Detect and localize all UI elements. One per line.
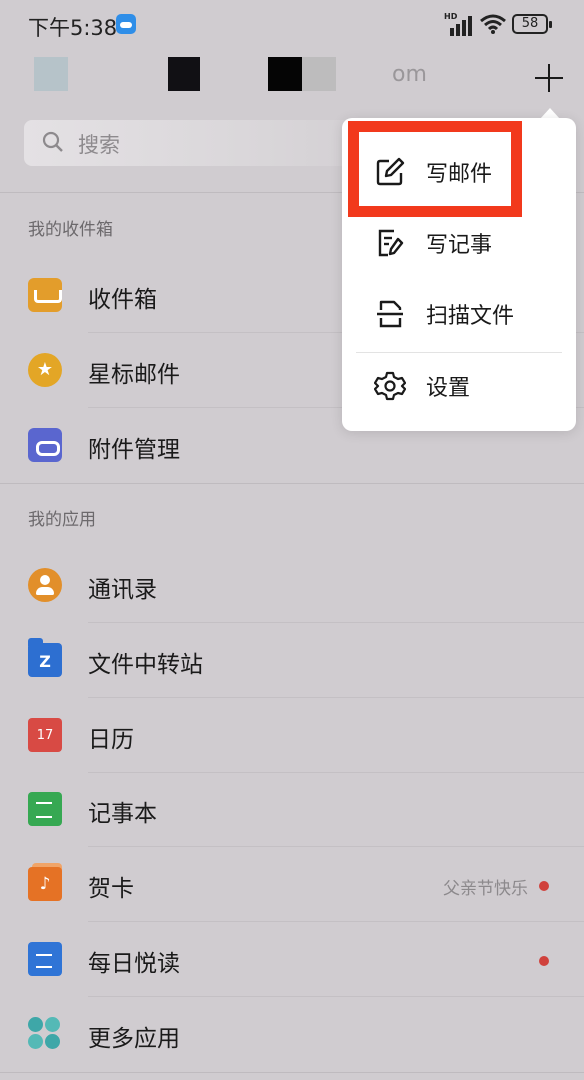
redacted-block (302, 57, 336, 91)
star-icon: ★ (28, 353, 62, 387)
search-placeholder: 搜索 (78, 133, 120, 157)
redacted-block (268, 57, 302, 91)
list-item-label: 每日悦读 (88, 951, 180, 977)
redacted-block (168, 57, 200, 91)
account-header: om (0, 52, 584, 110)
menu-item-label: 扫描文件 (426, 304, 515, 329)
add-button[interactable] (532, 62, 566, 96)
highlight-box (348, 121, 522, 217)
list-item-label: 收件箱 (88, 287, 157, 313)
notebook-icon (28, 792, 62, 826)
folder-icon: Z (28, 638, 62, 677)
menu-item-scan[interactable]: 扫描文件 (342, 278, 576, 350)
menu-item-label: 设置 (426, 376, 471, 401)
greeting-card-icon: ♪ (28, 863, 62, 901)
status-time: 下午5:38 (28, 16, 118, 40)
menu-item-write-note[interactable]: 写记事 (342, 207, 576, 279)
gear-icon (374, 371, 406, 401)
scan-icon (377, 300, 403, 328)
list-item-label: 通讯录 (88, 577, 157, 603)
list-item-label: 日历 (88, 727, 134, 753)
notification-dot (539, 881, 549, 891)
contacts-icon (28, 568, 62, 602)
notification-dot (539, 956, 549, 966)
list-item-contacts[interactable]: 通讯录 (0, 548, 584, 623)
wifi-icon (480, 14, 506, 34)
list-item-more-apps[interactable]: 更多应用 (0, 997, 584, 1072)
list-item-label: 星标邮件 (88, 362, 180, 388)
list-item-label: 更多应用 (88, 1026, 180, 1052)
menu-item-label: 写记事 (426, 233, 493, 258)
write-note-icon (378, 229, 404, 257)
divider (0, 1072, 584, 1073)
list-item-label: 记事本 (88, 801, 157, 827)
list-item-greeting-card[interactable]: ♪ 贺卡 父亲节快乐 (0, 847, 584, 922)
list-item-label: 文件中转站 (88, 652, 203, 678)
list-item-calendar[interactable]: 17 日历 (0, 698, 584, 773)
more-apps-icon (28, 1017, 62, 1051)
list-item-file-transfer[interactable]: Z 文件中转站 (0, 623, 584, 698)
account-email[interactable]: om (392, 62, 427, 87)
status-bar: 下午5:38 HD 58 (0, 0, 584, 52)
list-item-daily-read[interactable]: 每日悦读 (0, 922, 584, 997)
promo-text: 父亲节快乐 (443, 879, 528, 899)
redacted-avatar (34, 57, 68, 91)
divider (0, 483, 584, 484)
battery-indicator: 58 (512, 14, 552, 34)
section-title-apps: 我的应用 (28, 510, 96, 530)
section-title-mailbox: 我的收件箱 (28, 220, 113, 240)
list-item-label: 附件管理 (88, 437, 180, 463)
search-icon (42, 131, 63, 152)
cloud-icon (116, 14, 136, 34)
attachment-icon (28, 428, 62, 462)
list-item-notebook[interactable]: 记事本 (0, 772, 584, 847)
inbox-icon (28, 278, 62, 312)
menu-item-settings[interactable]: 设置 (342, 350, 576, 422)
daily-read-icon (28, 942, 62, 976)
list-item-label: 贺卡 (88, 876, 134, 902)
signal-icon (444, 14, 474, 36)
calendar-icon: 17 (28, 718, 62, 752)
